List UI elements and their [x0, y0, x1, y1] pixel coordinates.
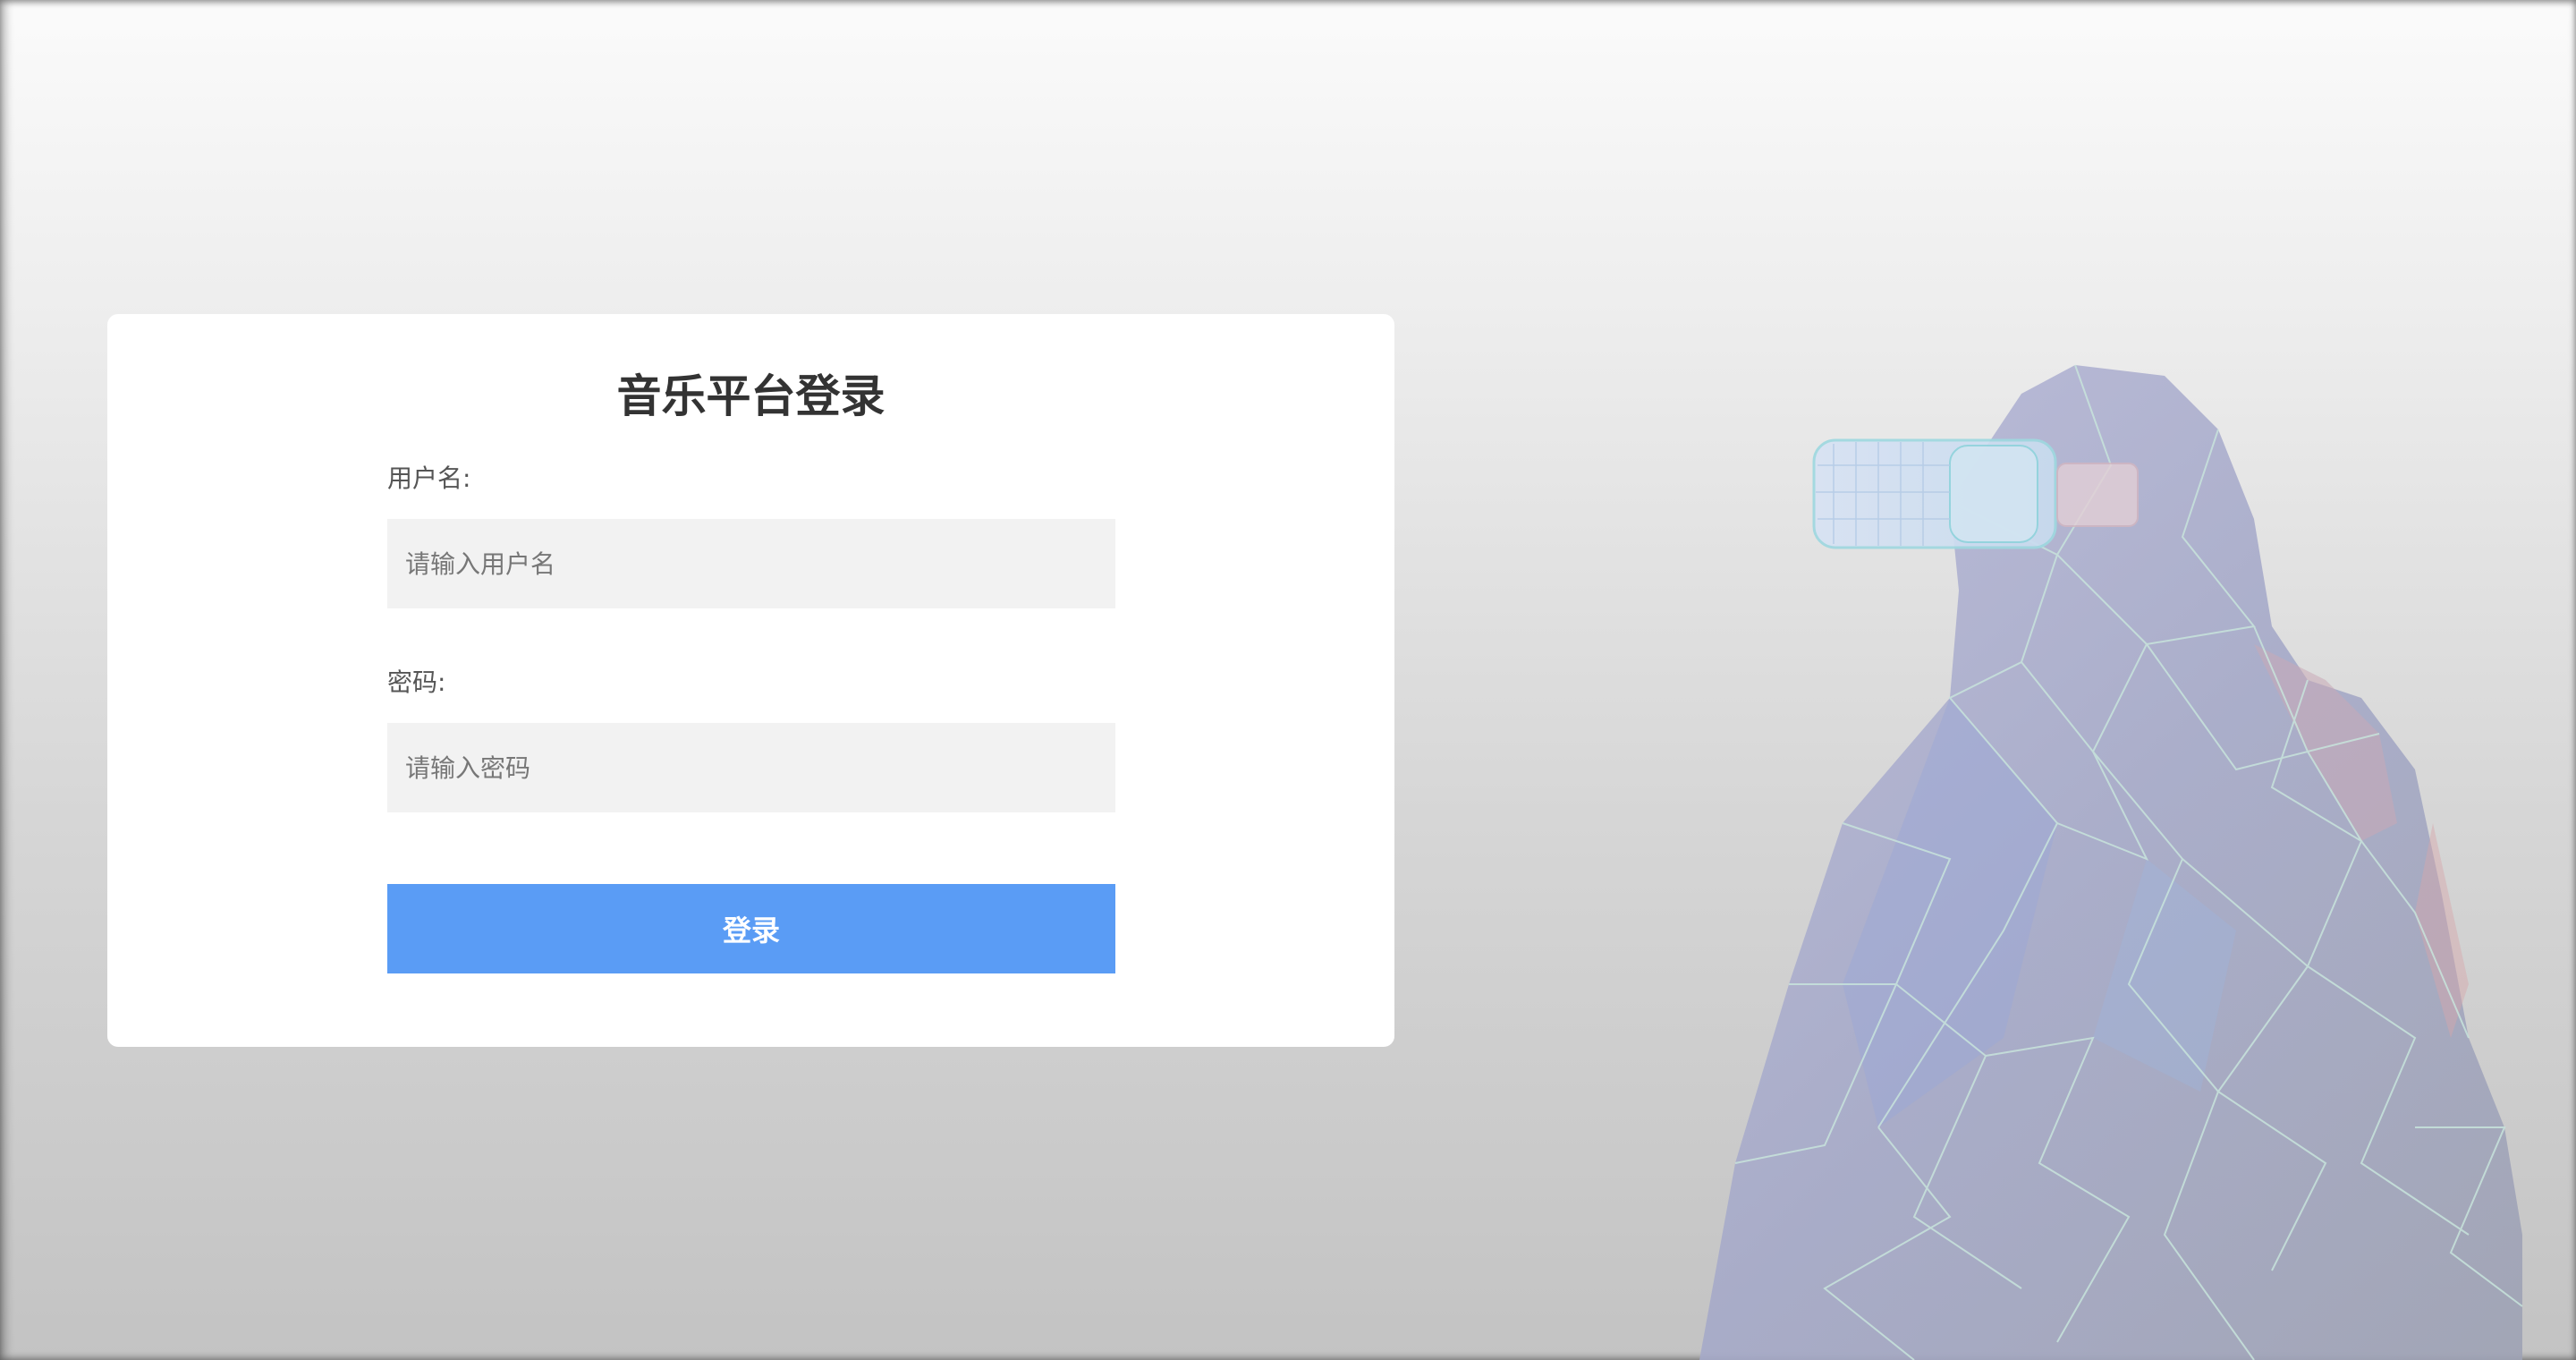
username-input[interactable] — [387, 519, 1115, 608]
vr-person-illustration — [1699, 364, 2523, 1360]
login-title: 音乐平台登录 — [616, 370, 886, 422]
login-card: 音乐平台登录 用户名: 密码: 登录 — [107, 314, 1394, 1047]
password-label: 密码: — [387, 667, 446, 697]
login-button[interactable]: 登录 — [387, 884, 1115, 973]
password-input[interactable] — [387, 723, 1115, 812]
username-label: 用户名: — [387, 463, 471, 493]
